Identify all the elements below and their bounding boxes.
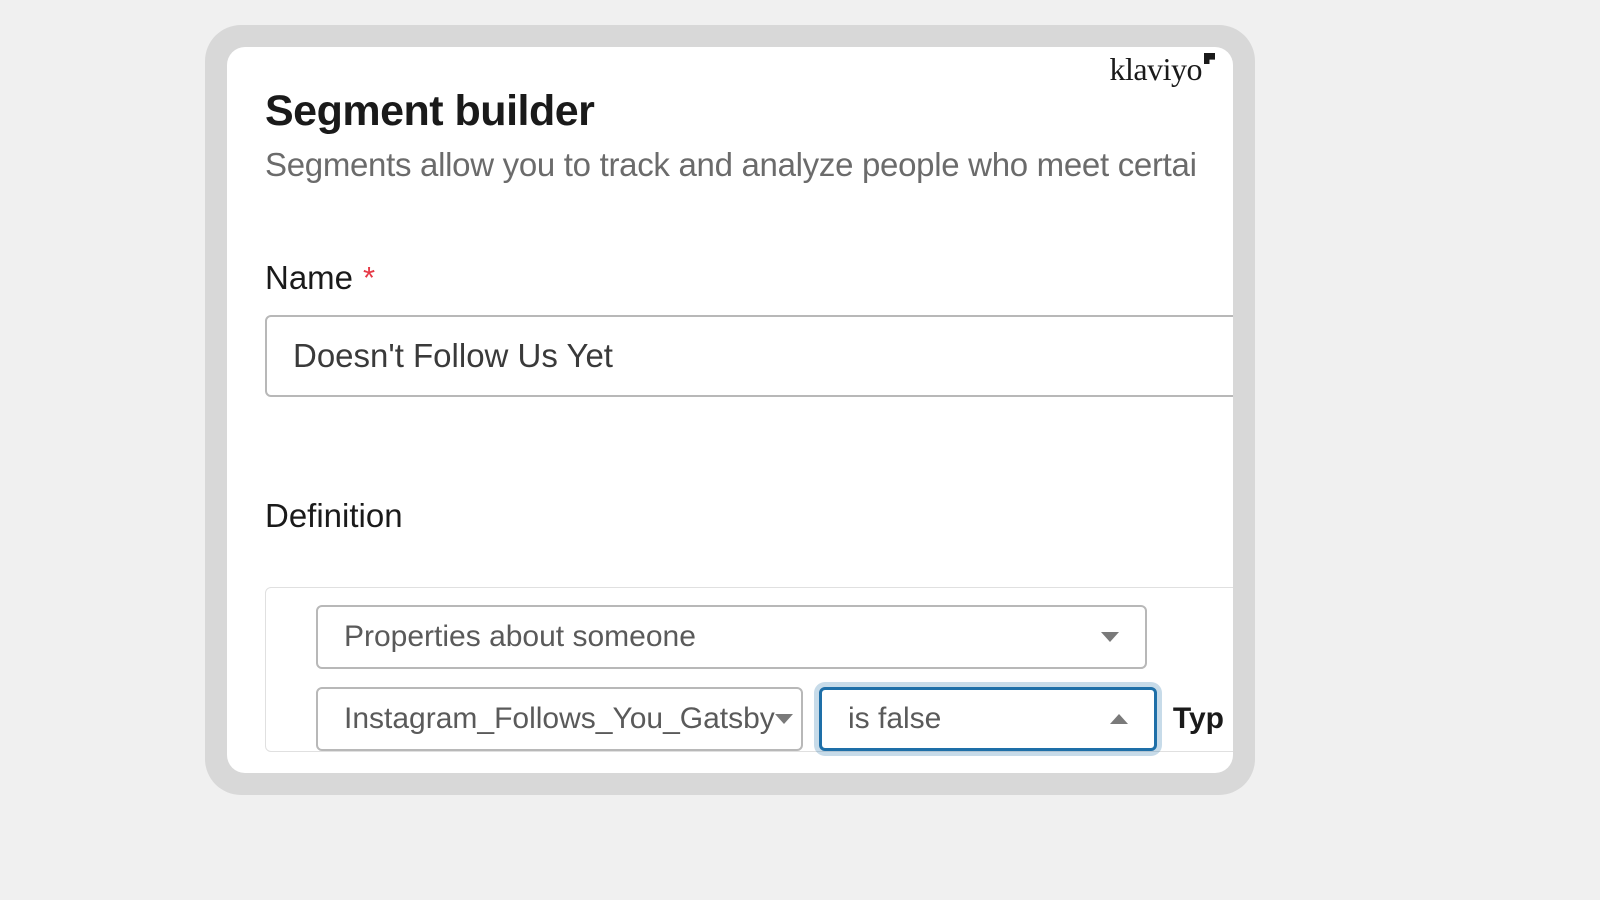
- operator-select[interactable]: is false: [819, 687, 1157, 751]
- condition-row: Instagram_Follows_You_Gatsby is false Ty…: [316, 687, 1224, 751]
- condition-type-select[interactable]: Properties about someone: [316, 605, 1147, 669]
- chevron-up-icon: [1110, 714, 1128, 724]
- main-content: Segment builder Segments allow you to tr…: [265, 77, 1233, 752]
- page-subtitle: Segments allow you to track and analyze …: [265, 146, 1233, 184]
- segment-name-input[interactable]: [265, 315, 1233, 397]
- chevron-down-icon: [1101, 632, 1119, 642]
- condition-type-value: Properties about someone: [344, 620, 696, 654]
- operator-value: is false: [848, 702, 941, 736]
- definition-panel: Properties about someone Instagram_Follo…: [265, 587, 1233, 752]
- name-field-label: Name *: [265, 259, 1233, 297]
- property-value: Instagram_Follows_You_Gatsby: [344, 702, 775, 736]
- type-label-partial: Typ: [1173, 702, 1224, 736]
- device-frame: klaviyo Segment builder Segments allow y…: [205, 25, 1255, 795]
- screen: klaviyo Segment builder Segments allow y…: [227, 47, 1233, 773]
- page-title: Segment builder: [265, 87, 1233, 136]
- required-asterisk-icon: *: [363, 260, 375, 296]
- property-select[interactable]: Instagram_Follows_You_Gatsby: [316, 687, 803, 751]
- logo-flag-icon: [1204, 53, 1215, 64]
- name-label-text: Name: [265, 259, 353, 297]
- chevron-down-icon: [775, 714, 793, 724]
- definition-heading: Definition: [265, 497, 1233, 535]
